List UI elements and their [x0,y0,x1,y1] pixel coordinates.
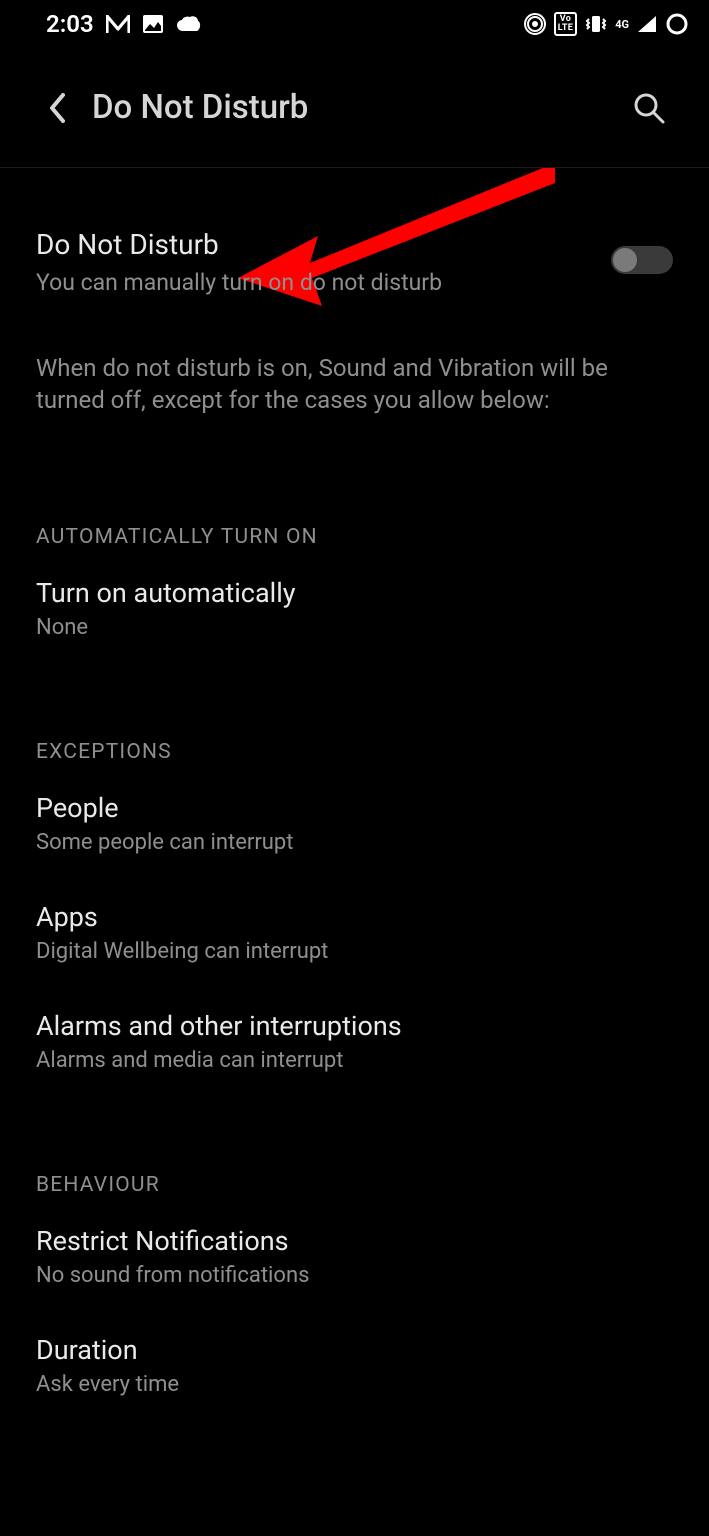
status-right: VoLTE 4G [524,12,689,36]
search-icon [632,91,666,125]
duration-row[interactable]: Duration Ask every time [36,1334,673,1397]
restrict-notifications-row[interactable]: Restrict Notifications No sound from not… [36,1225,673,1288]
people-row[interactable]: People Some people can interrupt [36,792,673,855]
volte-icon: VoLTE [554,12,577,36]
status-bar: 2:03 VoLTE 4G [0,0,709,48]
image-icon [142,14,164,34]
hotspot-icon [524,13,546,35]
battery-icon [665,12,689,36]
dnd-title: Do Not Disturb [36,228,673,261]
alarms-sub: Alarms and media can interrupt [36,1048,673,1073]
status-left: 2:03 [46,10,202,38]
m-icon [106,15,130,33]
auto-sub: None [36,615,673,640]
restrict-title: Restrict Notifications [36,1225,673,1257]
status-time: 2:03 [46,10,94,38]
section-auto-header: AUTOMATICALLY TURN ON [36,525,673,549]
vibrate-icon [585,14,607,34]
alarms-row[interactable]: Alarms and other interruptions Alarms an… [36,1010,673,1073]
page-title: Do Not Disturb [92,88,625,127]
dnd-toggle-row[interactable]: Do Not Disturb You can manually turn on … [36,228,673,298]
dnd-toggle[interactable] [611,246,673,274]
restrict-sub: No sound from notifications [36,1263,673,1288]
dnd-subtitle: You can manually turn on do not disturb [36,267,673,298]
chevron-left-icon [48,92,68,124]
search-button[interactable] [625,84,673,132]
auto-title: Turn on automatically [36,577,673,609]
dnd-info-text: When do not disturb is on, Sound and Vib… [36,352,673,417]
toggle-knob [613,248,637,272]
alarms-title: Alarms and other interruptions [36,1010,673,1042]
content: Do Not Disturb You can manually turn on … [0,168,709,1397]
duration-sub: Ask every time [36,1372,673,1397]
apps-sub: Digital Wellbeing can interrupt [36,939,673,964]
app-header: Do Not Disturb [0,48,709,168]
people-sub: Some people can interrupt [36,830,673,855]
section-behaviour-header: BEHAVIOUR [36,1173,673,1197]
turn-on-automatically-row[interactable]: Turn on automatically None [36,577,673,640]
section-exceptions-header: EXCEPTIONS [36,740,673,764]
back-button[interactable] [36,86,80,130]
cloud-icon [176,15,202,33]
signal-icon [637,15,657,33]
annotation-arrow [0,168,709,468]
duration-title: Duration [36,1334,673,1366]
apps-title: Apps [36,901,673,933]
people-title: People [36,792,673,824]
apps-row[interactable]: Apps Digital Wellbeing can interrupt [36,901,673,964]
network-4g: 4G [615,19,629,30]
